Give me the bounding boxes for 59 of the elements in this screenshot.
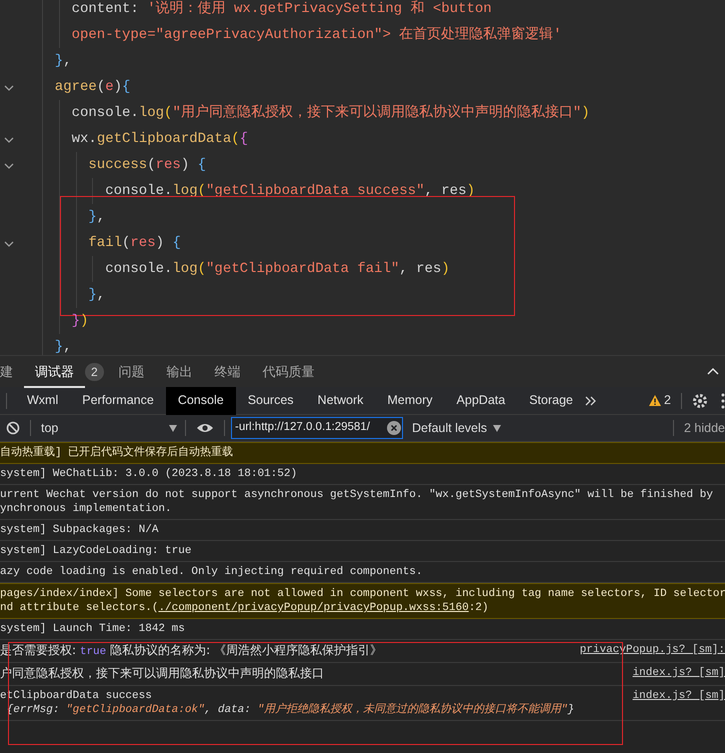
log-message: system] Launch Time: 1842 ms [0,622,185,636]
hidden-count: 2 hidde [684,420,725,437]
code-line: agree(e){ [54,78,130,96]
code-line: }, [88,286,106,304]
devtools-tab[interactable]: Storage [517,386,585,414]
menu-icon[interactable] [721,392,725,408]
devtools-tab[interactable]: AppData [444,386,518,414]
panel-tab[interactable]: 输出 [156,356,204,388]
code-line: open-type="agreePrivacyAuthorization"> 在首页处理隐私弹窗逻辑' [72,25,562,44]
log-message: system] Subpackages: N/A [0,523,158,537]
more-tabs-icon[interactable] [584,396,596,406]
settings-icon[interactable] [692,392,708,408]
count-badge: 2 [85,362,104,380]
caret-icon [169,424,177,432]
log-message: nd attribute selectors.(./component/privacyPopup/privacyPopup.wxss:5160:2) [0,601,490,615]
log-message: urrent Wechat version do not support asynchronous getSystemInfo. "wx.getSystemInfoAsync" will be finished by [0,488,713,502]
fold-icon[interactable] [4,240,14,246]
log-message: system] LazyCodeLoading: true [0,544,192,558]
caret-icon [493,424,502,432]
clear-console-icon[interactable] [6,421,20,435]
fold-icon[interactable] [4,84,14,90]
log-message: ynchronous implementation. [0,502,173,516]
code-line: console.log("用户同意隐私授权，接下来可以调用隐私协议中声明的隐私接口") [72,103,590,122]
panel-tab[interactable]: 代码质量 [252,356,326,388]
log-message: azy code loading is enabled. Only injecting required components. [0,565,422,579]
code-line: fail(res) { [88,234,181,252]
panel-tab[interactable]: 终端 [204,356,252,388]
collapse-icon[interactable] [707,367,719,376]
devtools-tab[interactable]: Memory [375,386,445,414]
code-line: console.log("getClipboardData fail", res) [105,260,450,278]
clear-icon[interactable] [387,421,401,435]
devtools-tab[interactable]: Sources [236,386,306,414]
log-message: 自动热重载] 已开启代码文件保存后自动热重载 [0,446,234,460]
context-select[interactable]: top [41,418,181,438]
panel-tab[interactable]: 调试器 [24,356,85,388]
filter-field[interactable]: -url:http://127.0.0.1:29581/ [231,417,403,439]
log-message: pages/index/index] Some selectors are not allowed in component wxss, including tag name selectors, ID selector [0,587,725,601]
devtools-tab[interactable]: Wxml [15,386,70,414]
devtools-tab[interactable]: Console [166,386,236,414]
panel-tab[interactable]: 建 [0,356,24,388]
code-line: content: '说明：使用 wx.getPrivacySetting 和 <button [72,0,492,18]
code-line: }, [54,52,72,70]
devtools-tab[interactable]: Network [306,386,376,414]
fold-icon[interactable] [4,162,14,168]
levels-dropdown[interactable]: Default levels [412,418,502,438]
code-line: success(res) { [88,156,206,174]
warning-icon [649,395,662,406]
code-line: }) [72,312,88,330]
fold-icon[interactable] [4,136,14,142]
source-link[interactable]: index.js? [sm] [632,689,725,717]
log-message: system] WeChatLib: 3.0.0 (2023.8.18 18:01:52) [0,467,298,481]
source-link[interactable]: index.js? [sm] [632,666,725,682]
code-line: }, [88,208,106,226]
warning-count[interactable]: 2 [664,391,671,410]
devtools-tab[interactable]: Performance [70,386,166,414]
panel-tab[interactable]: 问题 [108,356,156,388]
eye-icon[interactable] [196,422,214,434]
code-line: wx.getClipboardData({ [72,130,248,148]
code-line: }, [54,338,72,355]
